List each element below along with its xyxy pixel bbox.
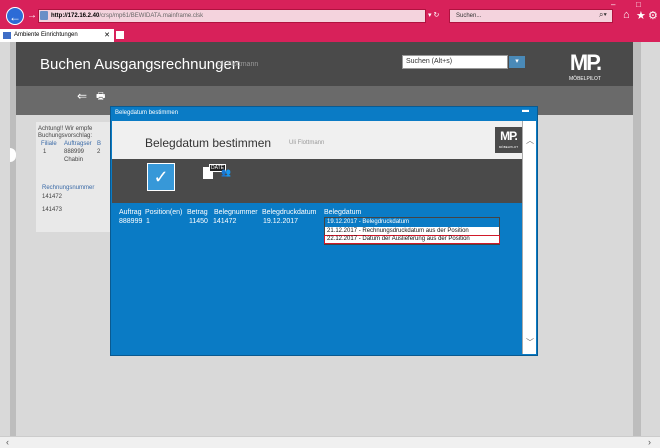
scroll-right-icon[interactable]: › [648, 437, 651, 447]
new-tab-button[interactable] [116, 31, 124, 39]
header-b: B [97, 141, 102, 147]
favorites-icon[interactable]: ★ [636, 9, 646, 22]
scroll-up-icon[interactable]: ︿ [526, 135, 534, 146]
warning-line-2: Buchungsvorschlag: [38, 133, 93, 139]
value-belegdruckdatum: 19.12.2017 [263, 218, 299, 225]
header-auftrag: Auftragser [64, 141, 92, 147]
section-header: Rechnungsnummer [42, 185, 95, 191]
dialog-logo-subtext: MÖBELPILOT [498, 145, 519, 149]
home-icon[interactable]: ⌂ [623, 9, 630, 21]
scroll-down-icon[interactable]: ﹀ [526, 337, 534, 348]
value-betrag: 11450 [189, 218, 208, 225]
minimize-icon[interactable]: – [611, 0, 615, 9]
row-b: 2 [97, 149, 101, 155]
dialog-user-name: Uli Flottmann [289, 140, 325, 146]
option-belegdruckdatum[interactable]: 19.12.2017 - Belegdruckdatum [325, 218, 499, 227]
column-positionen: Position(en) [145, 209, 183, 216]
address-bar[interactable]: http://172.16.2.40/crsp/mp61/BEWIDATA.ma… [38, 9, 426, 23]
option-rechnungsdruckdatum[interactable]: 21.12.2017 - Rechnungsdruckdatum aus der… [325, 227, 499, 236]
logo-text: MP. [569, 50, 602, 75]
confirm-checkmark-button[interactable]: ✓ [147, 163, 175, 191]
page-icon [40, 11, 48, 20]
column-belegnummer: Belegnummer [214, 209, 258, 216]
address-path: /crsp/mp61/BEWIDATA.mainframe.clsk [99, 13, 204, 19]
row-auftrag: 888999 [64, 149, 85, 155]
column-belegdruckdatum: Belegdruckdatum [262, 209, 317, 216]
pin-icon[interactable]: ▬ [522, 107, 529, 114]
row-filiale: 1 [43, 149, 47, 155]
document-users-icon[interactable]: 👥 [221, 168, 231, 177]
search-icon[interactable]: ⌕▾ [599, 10, 607, 20]
dialog-window-title: Belegdatum bestimmen [115, 110, 179, 116]
print-icon[interactable]: 🖶 [96, 89, 105, 106]
back-arrow-icon[interactable]: ⇐ [77, 89, 87, 103]
value-positionen: 1 [146, 218, 150, 225]
column-betrag: Betrag [187, 209, 208, 216]
logo-subtext: MÖBELPILOT [569, 76, 601, 82]
browser-tab[interactable]: Ambiente Einrichtungen ✕ [0, 29, 114, 42]
app-user-name: Uli Flottmann [217, 61, 259, 68]
dialog-scrollbar[interactable]: ︿ ﹀ [522, 121, 536, 354]
invoice-number-1: 141472 [42, 194, 63, 200]
horizontal-scrollbar[interactable]: ‹ › [0, 436, 660, 448]
tab-close-icon[interactable]: ✕ [104, 29, 110, 42]
warning-line-1: Achtung!! Wir empfe [38, 126, 93, 132]
browser-search-input[interactable]: Suchen... [449, 9, 613, 23]
value-belegnummer: 141472 [213, 218, 237, 225]
app-search-dropdown-icon[interactable]: ▾ [509, 56, 525, 68]
scroll-left-icon[interactable]: ‹ [6, 437, 9, 447]
invoice-number-2: 141473 [42, 207, 63, 213]
tab-favicon-icon [3, 32, 11, 39]
refresh-icon[interactable]: ▾ ↻ [428, 11, 439, 19]
dialog-logo-text: MP. [500, 129, 518, 143]
row-name: Chabin [64, 157, 84, 163]
value-auftrag: 888999 [119, 218, 143, 225]
maximize-icon[interactable]: □ [636, 0, 641, 9]
column-auftrag: Auftrag [119, 209, 142, 216]
header-filiale: Filiale [41, 141, 57, 147]
dialog-logo: MP. MÖBELPILOT [495, 127, 522, 153]
address-host: http://172.16.2.40 [51, 13, 100, 19]
page-title: Buchen Ausgangsrechnungen [40, 56, 241, 73]
settings-gear-icon[interactable]: ⚙ [648, 9, 658, 22]
app-search-input[interactable]: Suchen (Alt+s) [402, 55, 508, 69]
column-belegdatum: Belegdatum [324, 209, 362, 216]
dialog-heading: Belegdatum bestimmen [145, 136, 272, 150]
option-auslieferungsdatum[interactable]: 22.12.2017 - Datum der Auslieferung aus … [324, 235, 500, 244]
belegdatum-select[interactable]: 19.12.2017 - Belegdruckdatum 21.12.2017 … [324, 217, 500, 245]
tab-title: Ambiente Einrichtungen [14, 32, 78, 38]
right-edge [633, 42, 641, 436]
forward-button[interactable]: → [27, 10, 37, 21]
back-button[interactable]: ← [6, 7, 24, 25]
